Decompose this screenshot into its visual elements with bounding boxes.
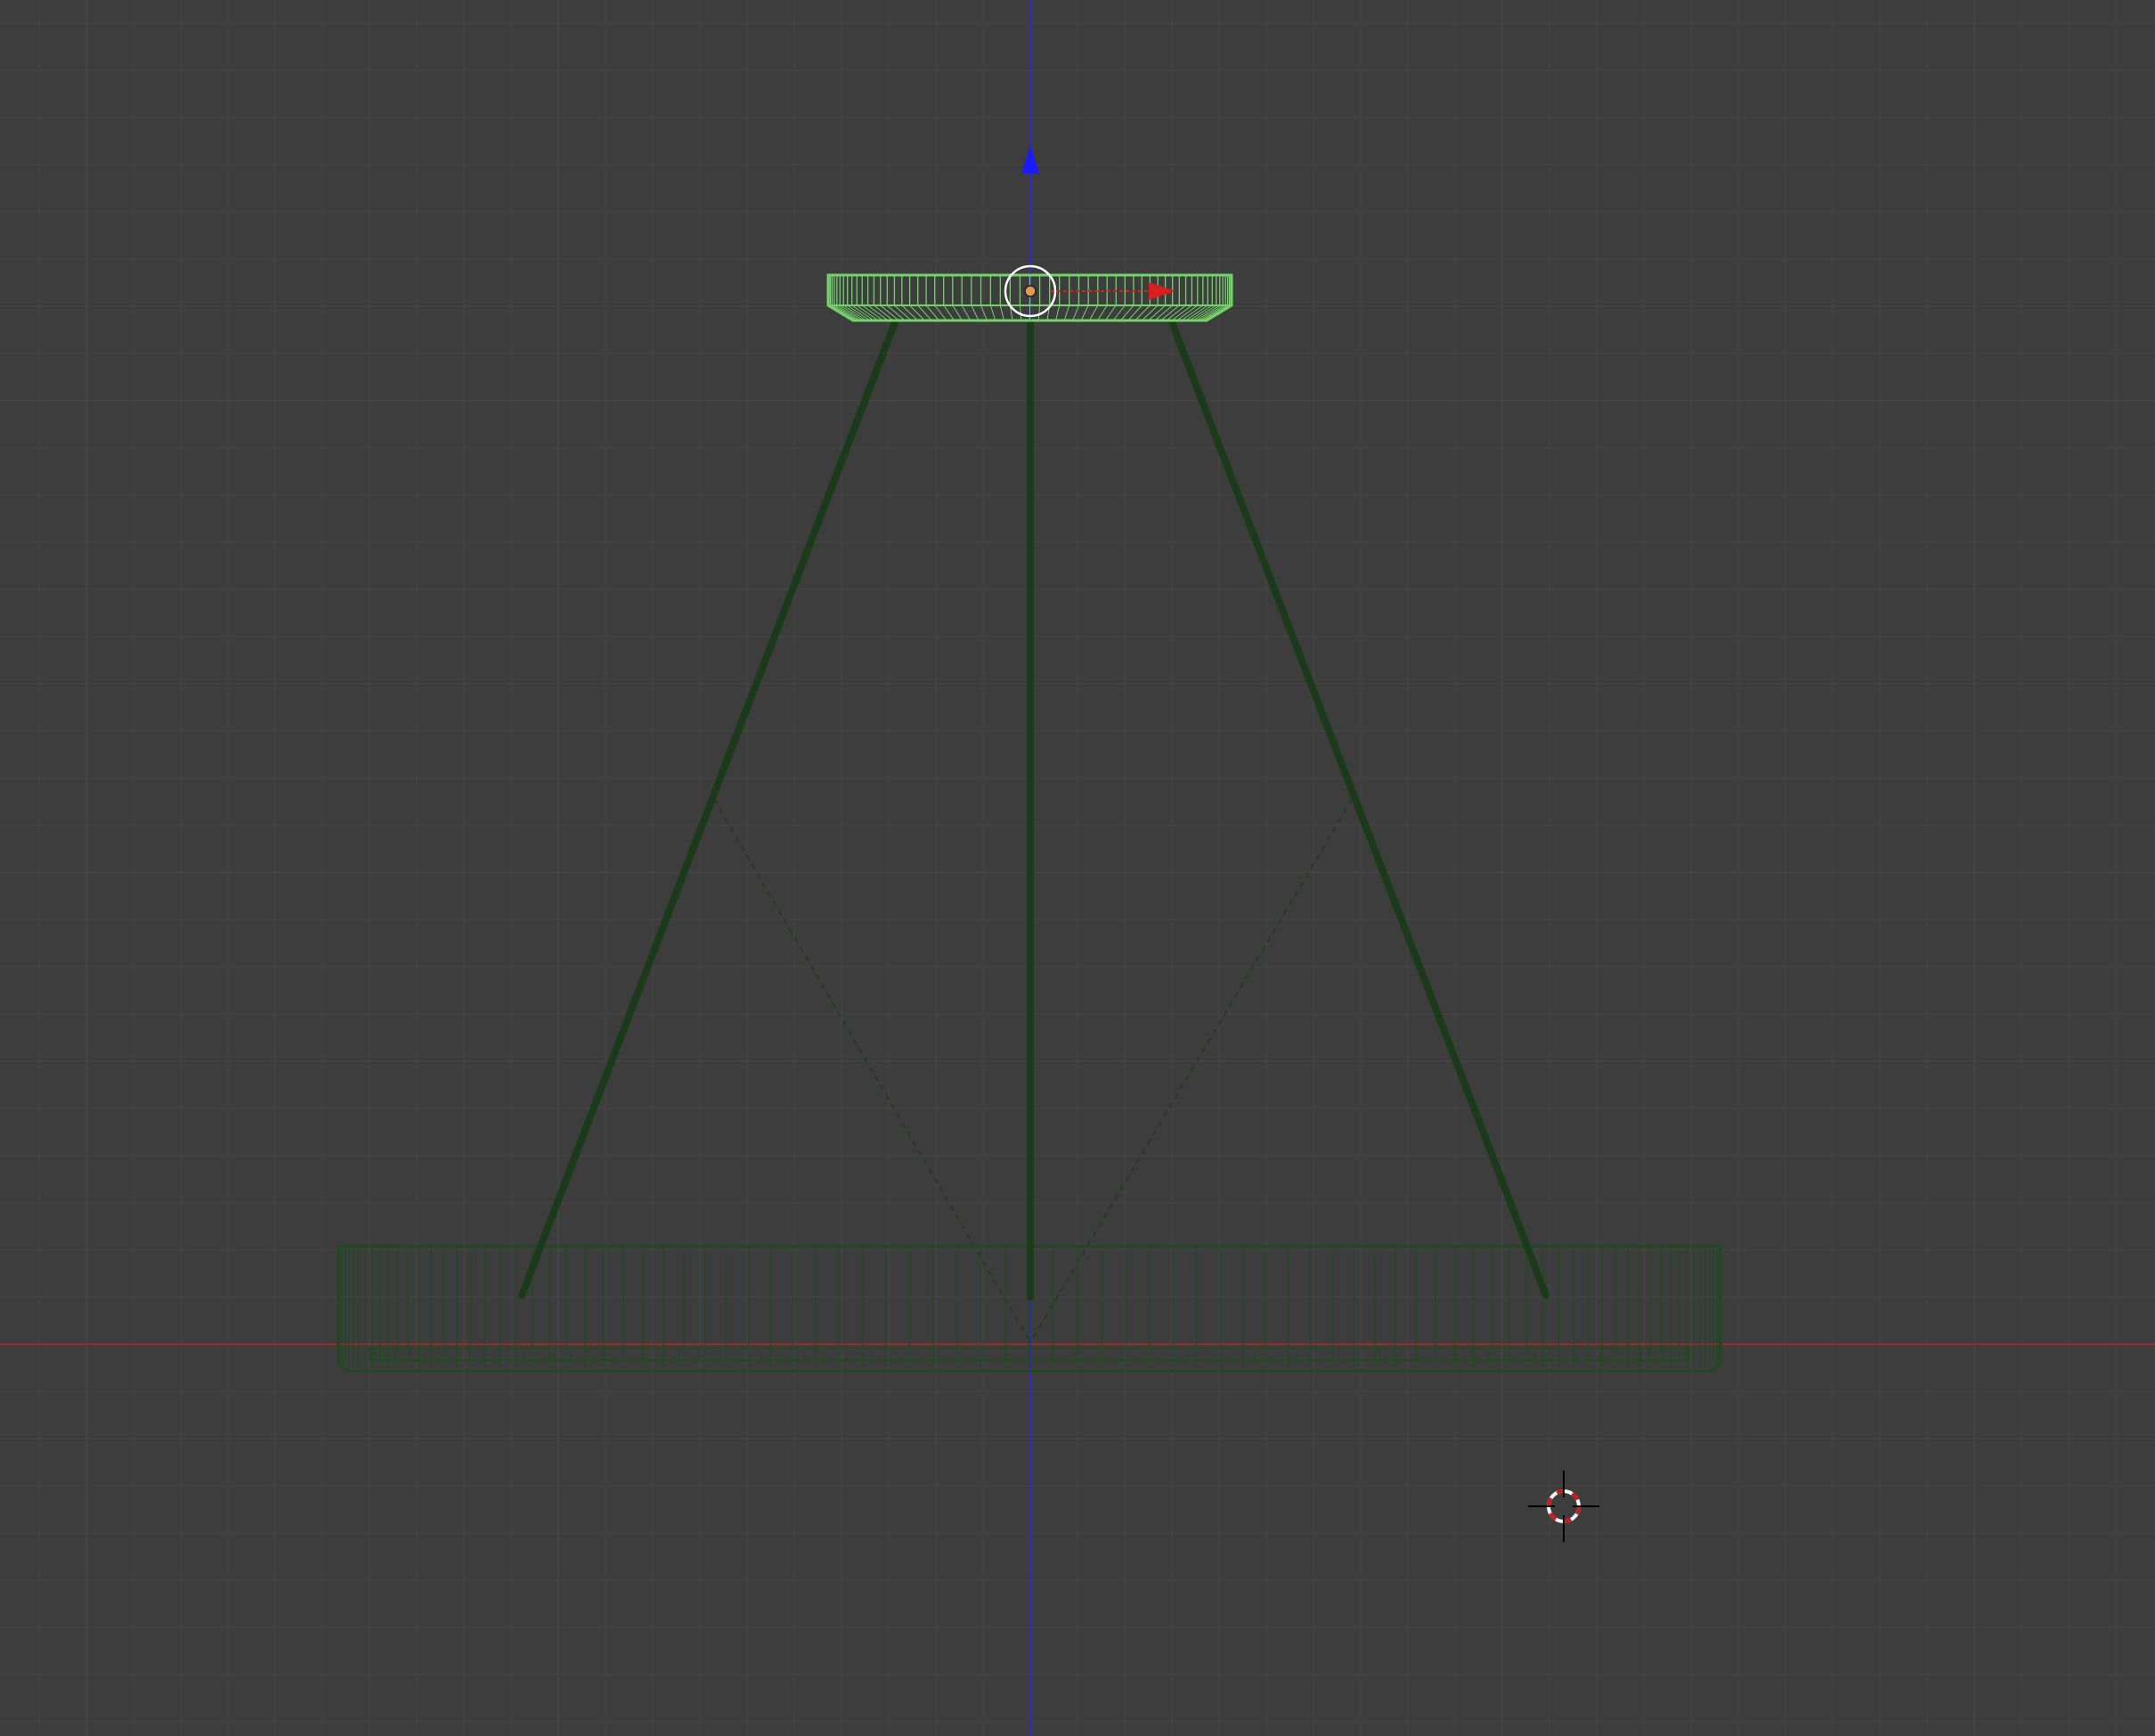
origin-pivot-icon [1024, 285, 1037, 297]
rod-right[interactable] [1168, 319, 1549, 1299]
rod-left[interactable] [518, 319, 899, 1299]
viewport-grid [0, 0, 2155, 1736]
z-axis-arrow-icon[interactable] [1021, 145, 1039, 174]
3d-cursor-icon[interactable] [1528, 1471, 1599, 1542]
3d-viewport[interactable] [0, 0, 2155, 1736]
viewport-scene[interactable] [0, 0, 2155, 1736]
suspension-rods[interactable] [518, 319, 1549, 1301]
